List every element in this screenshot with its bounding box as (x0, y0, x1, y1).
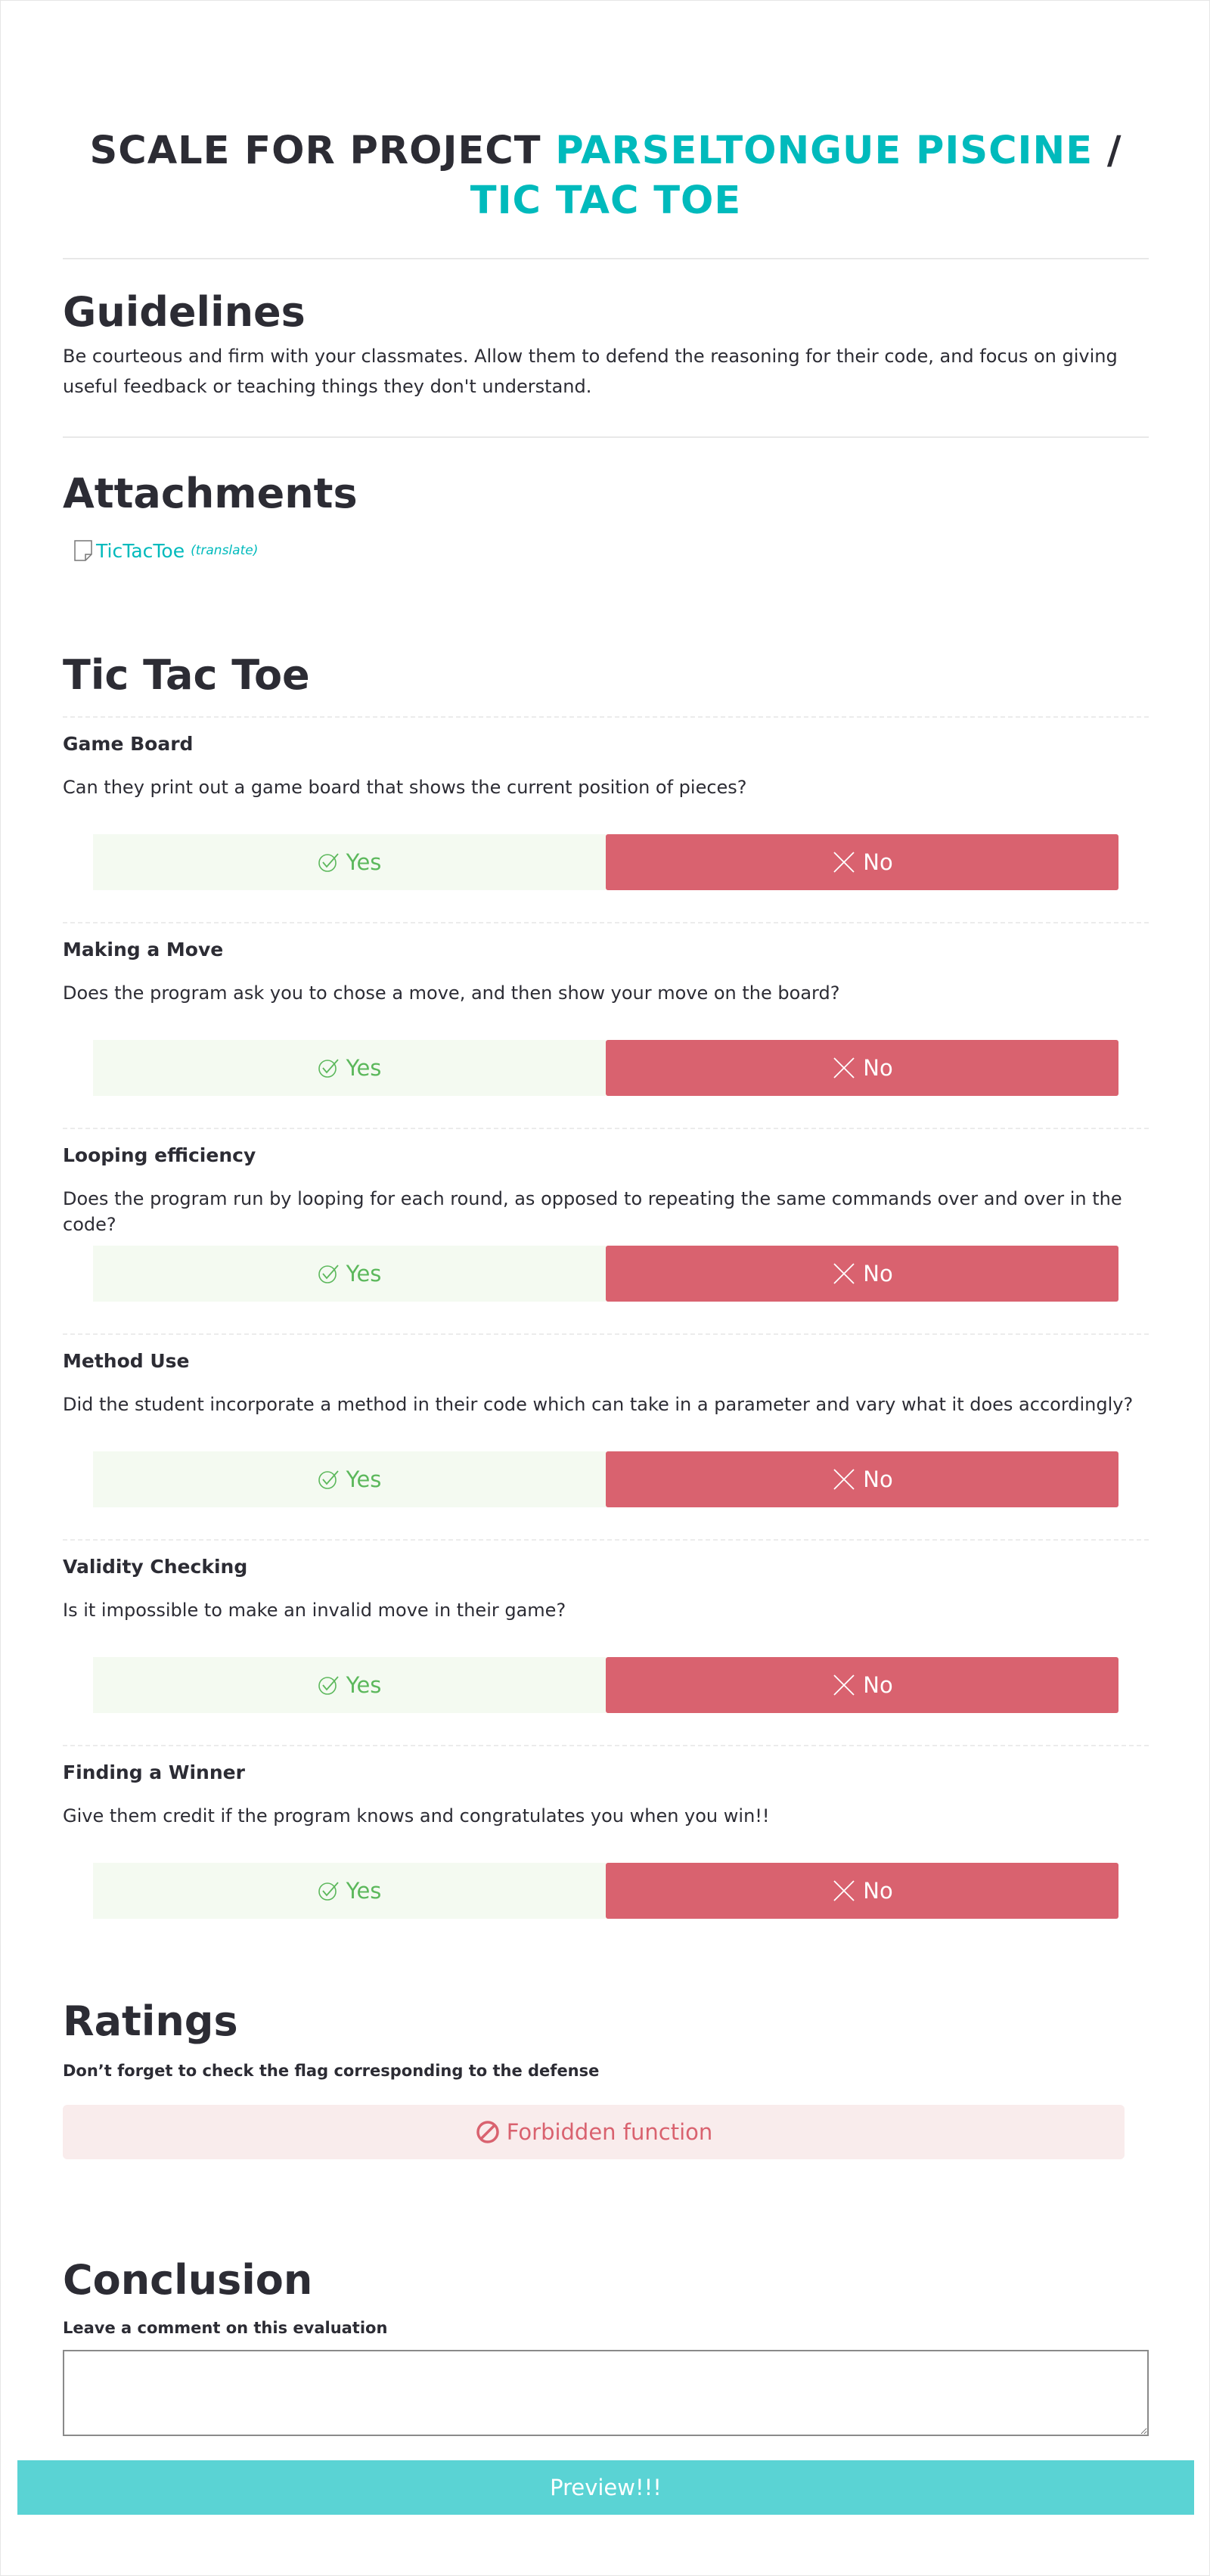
flag-label: Forbidden function (506, 2119, 713, 2145)
yes-label: Yes (346, 1055, 382, 1081)
ratings-heading: Ratings (63, 1997, 238, 2045)
check-circle-icon (318, 1470, 339, 1489)
question-title: Finding a Winner (63, 1761, 245, 1783)
ratings-note: Don’t forget to check the flag correspon… (63, 2062, 600, 2080)
question-divider (63, 716, 1149, 718)
yes-button[interactable]: Yes (93, 1451, 606, 1507)
no-button[interactable]: No (606, 1040, 1118, 1096)
yes-button[interactable]: Yes (93, 1040, 606, 1096)
question-title: Method Use (63, 1350, 190, 1372)
translate-link[interactable]: (translate) (191, 543, 258, 558)
question-title: Game Board (63, 733, 194, 755)
conclusion-note: Leave a comment on this evaluation (63, 2319, 388, 2337)
attachment-link[interactable]: TicTacToe (96, 540, 185, 562)
evaluation-page: SCALE FOR PROJECT PARSELTONGUE PISCINE /… (0, 0, 1210, 2576)
cross-icon (833, 1674, 855, 1696)
question-text: Give them credit if the program knows an… (63, 1805, 770, 1826)
check-circle-icon (318, 1059, 339, 1078)
check-circle-icon (318, 1676, 339, 1695)
file-icon (73, 539, 93, 562)
answer-buttons: Yes No (93, 1863, 1118, 1919)
question-divider (63, 1539, 1149, 1541)
preview-button[interactable]: Preview!!! (17, 2460, 1194, 2515)
yes-label: Yes (346, 849, 382, 875)
question-text: Can they print out a game board that sho… (63, 777, 747, 798)
attachments-heading: Attachments (63, 470, 358, 517)
yes-label: Yes (346, 1878, 382, 1904)
conclusion-heading: Conclusion (63, 2256, 313, 2304)
ban-icon (476, 2121, 499, 2143)
cross-icon (833, 1880, 855, 1901)
cross-icon (833, 852, 855, 873)
title-slash: / (1093, 129, 1122, 173)
yes-button[interactable]: Yes (93, 1657, 606, 1713)
answer-buttons: Yes No (93, 1451, 1118, 1507)
project-name[interactable]: PARSELTONGUE PISCINE (555, 129, 1093, 173)
question-text: Does the program run by looping for each… (63, 1188, 1122, 1235)
question-text: Did the student incorporate a method in … (63, 1394, 1134, 1415)
question-divider (63, 1745, 1149, 1746)
check-circle-icon (318, 853, 339, 872)
no-button[interactable]: No (606, 1657, 1118, 1713)
answer-buttons: Yes No (93, 1040, 1118, 1096)
no-label: No (863, 1055, 893, 1081)
page-title: SCALE FOR PROJECT PARSELTONGUE PISCINE /… (63, 126, 1149, 226)
attachment-item: TicTacToe (translate) (73, 539, 258, 562)
question-divider (63, 922, 1149, 923)
yes-label: Yes (346, 1261, 382, 1286)
yes-button[interactable]: Yes (93, 1246, 606, 1302)
yes-button[interactable]: Yes (93, 1863, 606, 1919)
cross-icon (833, 1057, 855, 1079)
no-label: No (863, 1672, 893, 1698)
no-button[interactable]: No (606, 834, 1118, 890)
yes-label: Yes (346, 1466, 382, 1492)
question-title: Validity Checking (63, 1556, 248, 1578)
answer-buttons: Yes No (93, 1657, 1118, 1713)
comment-textarea[interactable] (63, 2350, 1149, 2436)
question-text: Is it impossible to make an invalid move… (63, 1600, 566, 1621)
no-label: No (863, 849, 893, 875)
guidelines-text: Be courteous and firm with your classmat… (63, 346, 1118, 397)
divider (63, 436, 1149, 438)
no-button[interactable]: No (606, 1451, 1118, 1507)
cross-icon (833, 1469, 855, 1490)
question-text: Does the program ask you to chose a move… (63, 982, 840, 1004)
guidelines-heading: Guidelines (63, 288, 306, 336)
section-heading: Tic Tac Toe (63, 651, 310, 699)
no-label: No (863, 1466, 893, 1492)
no-label: No (863, 1878, 893, 1904)
yes-label: Yes (346, 1672, 382, 1698)
question-title: Making a Move (63, 939, 224, 961)
cross-icon (833, 1263, 855, 1284)
forbidden-function-flag[interactable]: Forbidden function (63, 2105, 1125, 2159)
no-button[interactable]: No (606, 1246, 1118, 1302)
check-circle-icon (318, 1265, 339, 1283)
no-button[interactable]: No (606, 1863, 1118, 1919)
question-divider (63, 1128, 1149, 1129)
divider (63, 258, 1149, 259)
answer-buttons: Yes No (93, 834, 1118, 890)
no-label: No (863, 1261, 893, 1286)
question-title: Looping efficiency (63, 1144, 256, 1166)
question-divider (63, 1333, 1149, 1335)
subproject-name[interactable]: TIC TAC TOE (470, 178, 741, 223)
check-circle-icon (318, 1882, 339, 1901)
title-prefix: SCALE FOR PROJECT (89, 129, 556, 173)
yes-button[interactable]: Yes (93, 834, 606, 890)
answer-buttons: Yes No (93, 1246, 1118, 1302)
